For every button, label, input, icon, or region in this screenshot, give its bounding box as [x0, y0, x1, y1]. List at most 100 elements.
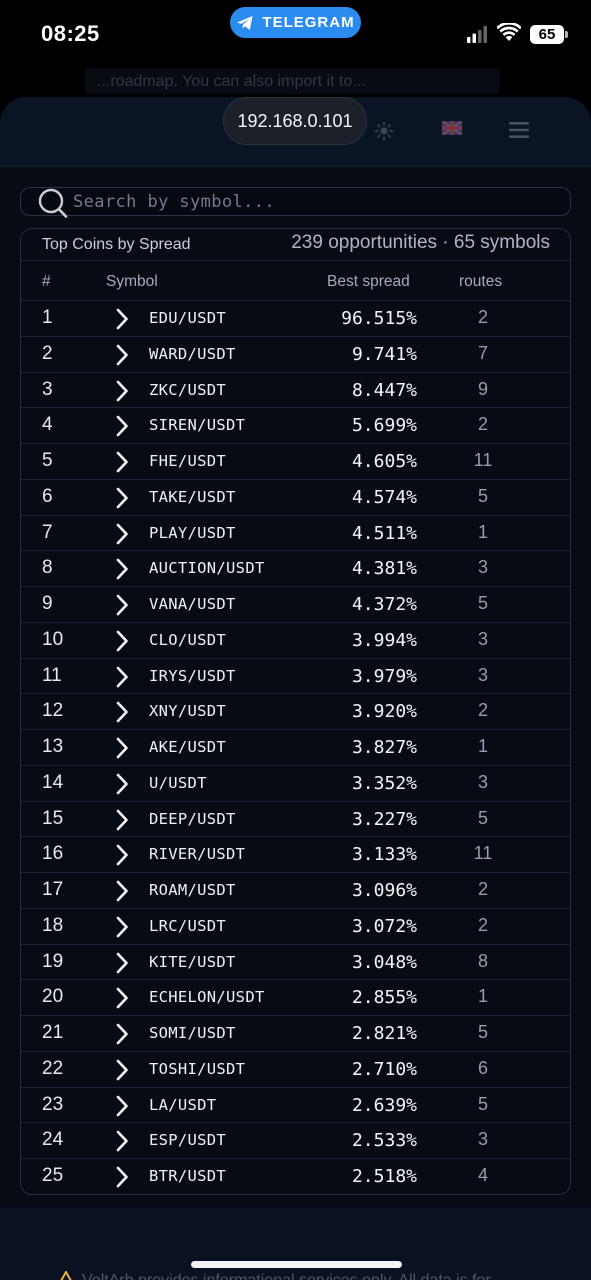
row-symbol[interactable]: SOMI/USDT — [149, 1024, 236, 1042]
row-symbol[interactable]: LRC/USDT — [149, 917, 226, 935]
row-symbol[interactable]: IRYS/USDT — [149, 667, 236, 685]
chevron-right-icon[interactable] — [115, 594, 129, 616]
table-row[interactable]: 12 XNY/USDT 3.920% 2 — [21, 694, 570, 730]
row-symbol[interactable]: ESP/USDT — [149, 1131, 226, 1149]
table-row[interactable]: 22 TOSHI/USDT 2.710% 6 — [21, 1052, 570, 1088]
chevron-right-icon[interactable] — [115, 1095, 129, 1117]
chevron-right-icon[interactable] — [115, 844, 129, 866]
chevron-right-icon[interactable] — [115, 1023, 129, 1045]
row-routes: 1 — [477, 736, 489, 756]
row-symbol[interactable]: CLO/USDT — [149, 631, 226, 649]
row-rank: 21 — [42, 1022, 64, 1043]
row-symbol[interactable]: XNY/USDT — [149, 702, 226, 720]
row-symbol[interactable]: WARD/USDT — [149, 345, 236, 363]
table-row[interactable]: 16 RIVER/USDT 3.133% 11 — [21, 837, 570, 873]
row-routes: 2 — [477, 879, 489, 899]
row-best-spread: 2.710% — [351, 1058, 417, 1080]
row-symbol[interactable]: ROAM/USDT — [149, 881, 236, 899]
table-row[interactable]: 14 U/USDT 3.352% 3 — [21, 766, 570, 802]
host-address-pill[interactable]: 192.168.0.101 — [223, 97, 367, 145]
row-best-spread: 4.605% — [351, 451, 417, 472]
chevron-right-icon[interactable] — [115, 809, 129, 831]
home-indicator[interactable] — [191, 1261, 402, 1268]
chevron-right-icon[interactable] — [115, 701, 129, 723]
row-symbol[interactable]: RIVER/USDT — [149, 845, 245, 863]
table-row[interactable]: 15 DEEP/USDT 3.227% 5 — [21, 802, 570, 838]
chevron-right-icon[interactable] — [115, 380, 129, 402]
chevron-right-icon[interactable] — [115, 344, 129, 366]
hamburger-menu-icon[interactable] — [509, 121, 529, 139]
row-routes: 5 — [477, 807, 489, 828]
row-rank: 12 — [42, 700, 64, 722]
row-best-spread: 3.827% — [351, 737, 417, 758]
row-symbol[interactable]: SIREN/USDT — [149, 416, 245, 434]
row-symbol[interactable]: AKE/USDT — [149, 738, 226, 756]
chevron-right-icon[interactable] — [115, 1130, 129, 1152]
row-symbol[interactable]: LA/USDT — [149, 1096, 216, 1114]
table-row[interactable]: 23 LA/USDT 2.639% 5 — [21, 1088, 570, 1124]
row-symbol[interactable]: BTR/USDT — [149, 1167, 226, 1185]
table-row[interactable]: 25 BTR/USDT 2.518% 4 — [21, 1159, 570, 1194]
table-row[interactable]: 2 WARD/USDT 9.741% 7 — [21, 337, 570, 373]
uk-flag-icon[interactable] — [442, 121, 462, 135]
row-rank: 8 — [42, 557, 53, 579]
sun-icon[interactable] — [374, 121, 394, 141]
chevron-right-icon[interactable] — [115, 916, 129, 938]
chevron-right-icon[interactable] — [115, 666, 129, 688]
column-symbol[interactable]: Symbol — [106, 273, 158, 291]
table-row[interactable]: 9 VANA/USDT 4.372% 5 — [21, 587, 570, 623]
row-symbol[interactable]: AUCTION/USDT — [149, 559, 265, 577]
chevron-right-icon[interactable] — [115, 630, 129, 652]
row-symbol[interactable]: TOSHI/USDT — [149, 1060, 245, 1078]
row-symbol[interactable]: VANA/USDT — [149, 595, 236, 613]
table-row[interactable]: 18 LRC/USDT 3.072% 2 — [21, 909, 570, 945]
table-row[interactable]: 24 ESP/USDT 2.533% 3 — [21, 1123, 570, 1159]
row-symbol[interactable]: EDU/USDT — [149, 309, 226, 327]
row-symbol[interactable]: FHE/USDT — [149, 452, 226, 470]
column-routes[interactable]: routes — [459, 273, 502, 291]
table-row[interactable]: 7 PLAY/USDT 4.511% 1 — [21, 516, 570, 552]
table-row[interactable]: 4 SIREN/USDT 5.699% 2 — [21, 408, 570, 444]
chevron-right-icon[interactable] — [115, 558, 129, 580]
table-row[interactable]: 5 FHE/USDT 4.605% 11 — [21, 444, 570, 480]
chevron-right-icon[interactable] — [115, 523, 129, 545]
table-row[interactable]: 3 ZKC/USDT 8.447% 9 — [21, 373, 570, 409]
table-row[interactable]: 11 IRYS/USDT 3.979% 3 — [21, 659, 570, 695]
row-symbol[interactable]: ZKC/USDT — [149, 381, 226, 399]
chevron-right-icon[interactable] — [115, 987, 129, 1009]
row-best-spread: 2.639% — [351, 1094, 417, 1116]
table-row[interactable]: 20 ECHELON/USDT 2.855% 1 — [21, 980, 570, 1016]
row-rank: 1 — [42, 307, 53, 328]
chevron-right-icon[interactable] — [115, 1166, 129, 1188]
table-row[interactable]: 13 AKE/USDT 3.827% 1 — [21, 730, 570, 766]
search-input[interactable] — [73, 191, 553, 213]
chevron-right-icon[interactable] — [115, 1059, 129, 1081]
chevron-right-icon[interactable] — [115, 737, 129, 759]
column-best-spread[interactable]: Best spread — [327, 273, 410, 291]
row-symbol[interactable]: ECHELON/USDT — [149, 988, 265, 1006]
row-rank: 11 — [42, 664, 62, 686]
chevron-right-icon[interactable] — [115, 952, 129, 974]
row-symbol[interactable]: TAKE/USDT — [149, 488, 236, 506]
row-symbol[interactable]: DEEP/USDT — [149, 810, 236, 828]
row-symbol[interactable]: U/USDT — [149, 774, 207, 792]
table-row[interactable]: 21 SOMI/USDT 2.821% 5 — [21, 1016, 570, 1052]
chevron-right-icon[interactable] — [115, 880, 129, 902]
table-row[interactable]: 17 ROAM/USDT 3.096% 2 — [21, 873, 570, 909]
chevron-right-icon[interactable] — [115, 487, 129, 509]
table-row[interactable]: 10 CLO/USDT 3.994% 3 — [21, 623, 570, 659]
table-row[interactable]: 19 KITE/USDT 3.048% 8 — [21, 945, 570, 981]
row-best-spread: 3.096% — [351, 880, 417, 901]
telegram-return-pill[interactable]: TELEGRAM — [230, 7, 361, 38]
row-best-spread: 2.855% — [351, 987, 417, 1009]
chevron-right-icon[interactable] — [115, 773, 129, 795]
app-sheet: 192.168.0.101 Search by symbol... Top Co… — [0, 97, 591, 1280]
table-row[interactable]: 8 AUCTION/USDT 4.381% 3 — [21, 551, 570, 587]
row-symbol[interactable]: PLAY/USDT — [149, 524, 236, 542]
chevron-right-icon[interactable] — [115, 415, 129, 437]
row-symbol[interactable]: KITE/USDT — [149, 953, 236, 971]
chevron-right-icon[interactable] — [115, 451, 129, 473]
table-row[interactable]: 1 EDU/USDT 96.515% 2 — [21, 301, 570, 337]
table-row[interactable]: 6 TAKE/USDT 4.574% 5 — [21, 480, 570, 516]
chevron-right-icon[interactable] — [115, 308, 129, 330]
